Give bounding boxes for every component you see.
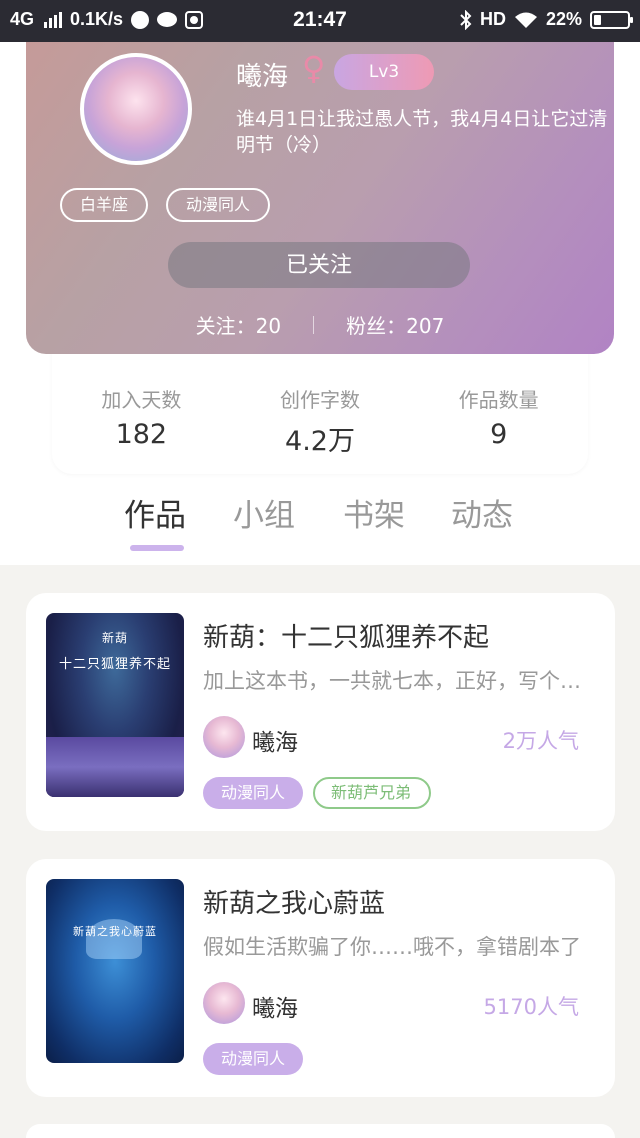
avatar[interactable] [80,53,192,165]
level-badge: Lv3 [334,54,434,90]
following-count[interactable]: 关注：20 [196,310,281,339]
author-name: 曦海 [252,996,298,1022]
cover-title: 新葫之我心蔚蓝 [73,925,157,938]
profile-card: 曦海 ♀ Lv3 谁4月1日让我过愚人节，我4月4日让它过清明节（冷） 白羊座 … [26,20,614,354]
female-icon: ♀ [302,49,326,87]
battery-percent: 22% [545,9,582,29]
stats-card: 加入天数 182 创作字数 4.2万 作品数量 9 [52,350,588,474]
work-description: 加上这本书，一共就七本，正好，写个七个葫芦娃 [203,669,589,693]
status-right: HD 22% [460,9,633,30]
stat-value: 4.2万 [285,426,355,457]
work-description: 假如生活欺骗了你……哦不，拿错剧本了 [203,935,581,959]
stat-label: 创作字数 [280,388,360,412]
popularity: 5170人气 [483,995,579,1019]
profile-tags: 白羊座 动漫同人 [60,188,271,222]
tab-works[interactable]: 作品 [124,490,186,535]
stat-value: 9 [490,419,508,450]
battery-fill [594,14,602,25]
book-cover[interactable]: 新葫 十二只狐狸养不起 [46,613,184,797]
work-card[interactable] [26,1124,615,1138]
author-avatar [203,716,245,758]
author-name: 曦海 [252,730,298,756]
bluetooth-icon [460,9,472,30]
work-tags: 动漫同人 新葫芦兄弟 [203,777,432,809]
status-bar: 4G 0.1K/s 21:47 HD 22% [0,0,640,42]
profile-bio: 谁4月1日让我过愚人节，我4月4日让它过清明节（冷） [236,108,608,156]
nickname: 曦海 [236,62,289,92]
follow-button[interactable]: 已关注 [168,242,470,288]
work-tag[interactable]: 动漫同人 [203,777,304,809]
hd-indicator: HD [479,9,506,29]
profile-tag[interactable]: 白羊座 [60,188,149,222]
tab-indicator [130,545,184,551]
follow-stats: 关注：20 粉丝：207 [26,310,614,339]
author-avatar [203,982,245,1024]
profile-tabs: 作品 小组 书架 动态 [0,490,640,560]
work-tag[interactable]: 动漫同人 [203,1043,304,1075]
tab-groups[interactable]: 小组 [233,490,295,535]
work-card[interactable]: 新葫 十二只狐狸养不起 新葫：十二只狐狸养不起 加上这本书，一共就七本，正好，写… [26,593,615,831]
work-tags: 动漫同人 [203,1043,304,1075]
work-card[interactable]: 新葫之我心蔚蓝 新葫之我心蔚蓝 假如生活欺骗了你……哦不，拿错剧本了 曦海 51… [26,859,615,1097]
battery-icon [590,10,633,29]
work-title[interactable]: 新葫之我心蔚蓝 [203,883,385,920]
work-title[interactable]: 新葫：十二只狐狸养不起 [203,617,489,654]
wifi-icon [514,12,537,28]
followers-count[interactable]: 粉丝：207 [346,310,444,339]
popularity: 2万人气 [502,729,579,753]
stat-word-count: 创作字数 4.2万 [231,350,410,474]
stat-works-count: 作品数量 9 [409,350,588,474]
stat-join-days: 加入天数 182 [52,350,231,474]
cover-art [46,737,184,797]
tab-bookshelf[interactable]: 书架 [343,490,405,535]
profile-tag[interactable]: 动漫同人 [166,188,271,222]
tab-activity[interactable]: 动态 [451,490,513,535]
stat-label: 作品数量 [458,388,539,412]
cover-title-small: 新葫 [101,631,128,645]
stat-label: 加入天数 [101,388,182,412]
divider [313,315,315,334]
stat-value: 182 [115,419,168,450]
work-tag-green[interactable]: 新葫芦兄弟 [313,777,432,809]
book-cover[interactable]: 新葫之我心蔚蓝 [46,879,184,1063]
cover-title: 十二只狐狸养不起 [58,657,171,672]
